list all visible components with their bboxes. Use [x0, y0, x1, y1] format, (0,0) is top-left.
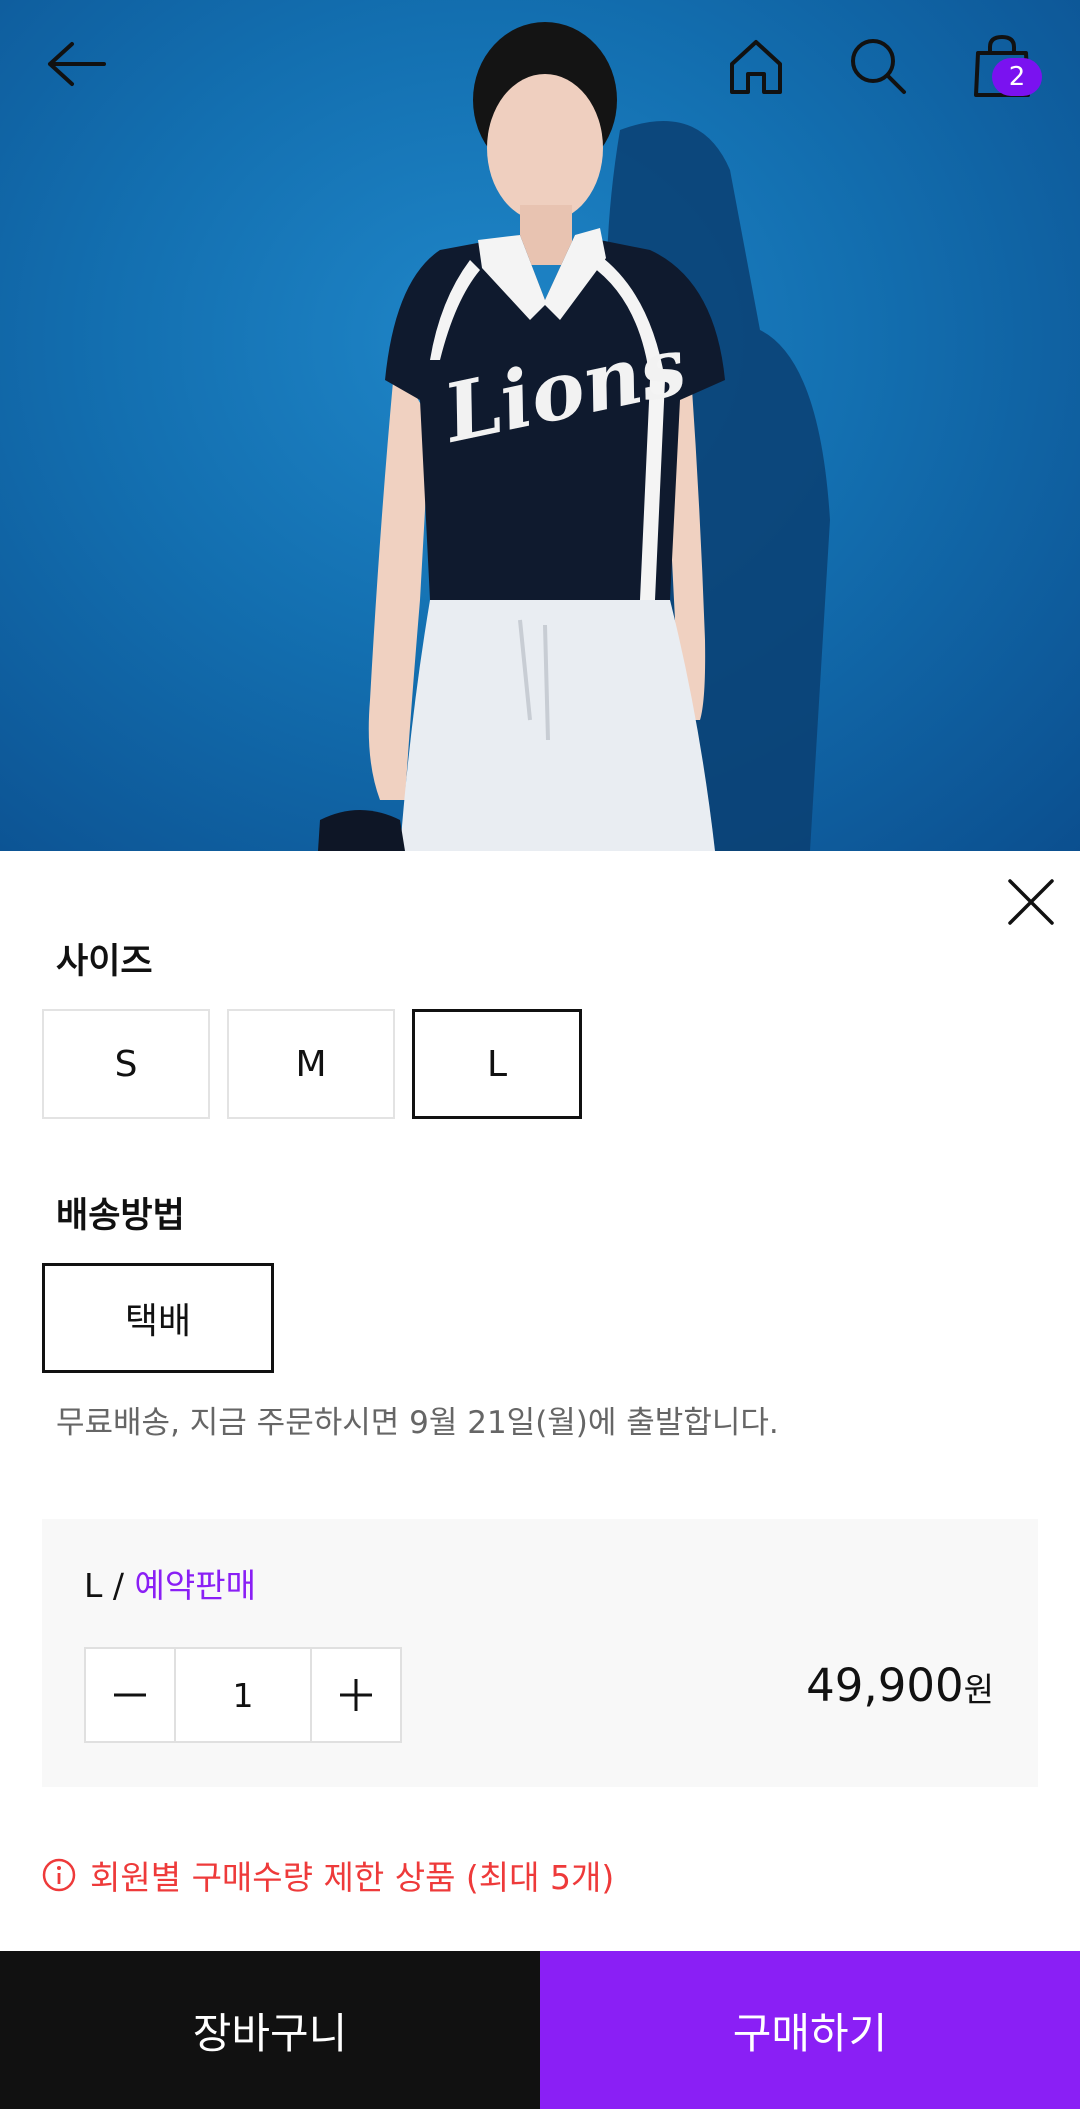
size-option-m[interactable]: M: [227, 1009, 395, 1119]
size-option-label: S: [114, 1043, 138, 1085]
buy-now-button[interactable]: 구매하기: [540, 1951, 1080, 2109]
arrow-left-icon: [48, 42, 106, 86]
plus-icon: [340, 1679, 372, 1711]
quantity-value[interactable]: 1: [176, 1649, 310, 1741]
size-option-s[interactable]: S: [42, 1009, 210, 1119]
minus-icon: [114, 1693, 146, 1697]
add-to-cart-button[interactable]: 장바구니: [0, 1951, 540, 2109]
back-button[interactable]: [36, 28, 116, 100]
search-icon: [851, 39, 906, 94]
selected-option-summary: L / 예약판매 1 49,900원: [42, 1519, 1038, 1787]
top-navigation-bar: 2: [0, 0, 1080, 130]
product-image: Lions 2: [0, 0, 1080, 851]
price-amount: 49,900: [806, 1659, 964, 1712]
search-button[interactable]: [840, 28, 916, 104]
shipping-option-parcel[interactable]: 택배: [42, 1263, 274, 1373]
cart-count-badge: 2: [992, 58, 1042, 96]
size-option-label: M: [295, 1043, 327, 1085]
shipping-note: 무료배송, 지금 주문하시면 9월 21일(월)에 출발합니다.: [56, 1405, 779, 1441]
size-section-title: 사이즈: [56, 942, 153, 982]
close-icon: [1008, 879, 1054, 925]
selected-option-label: L /: [84, 1566, 124, 1605]
price-currency: 원: [963, 1670, 994, 1709]
purchase-limit-text: 회원별 구매수량 제한 상품 (최대 5개): [90, 1858, 615, 1897]
option-bottom-sheet: 사이즈 S M L 배송방법 택배 무료배송, 지금 주문하시면 9월 21일(…: [0, 851, 1080, 2109]
home-button[interactable]: [718, 28, 794, 104]
selected-option-line: L / 예약판매: [84, 1559, 256, 1607]
decrease-quantity-button[interactable]: [86, 1649, 176, 1741]
size-option-l[interactable]: L: [412, 1009, 582, 1119]
size-option-label: L: [486, 1043, 508, 1085]
shipping-option-label: 택배: [124, 1301, 192, 1342]
item-price: 49,900원: [806, 1659, 994, 1712]
increase-quantity-button[interactable]: [310, 1649, 400, 1741]
purchase-limit-notice: 회원별 구매수량 제한 상품 (최대 5개): [42, 1851, 614, 1899]
bottom-action-bar: 장바구니 구매하기: [0, 1951, 1080, 2109]
quantity-stepper: 1: [84, 1647, 402, 1743]
close-button[interactable]: [1000, 871, 1062, 933]
home-icon: [730, 40, 782, 94]
shipping-section-title: 배송방법: [56, 1196, 185, 1236]
info-icon: [42, 1858, 76, 1892]
preorder-label: 예약판매: [134, 1566, 256, 1605]
